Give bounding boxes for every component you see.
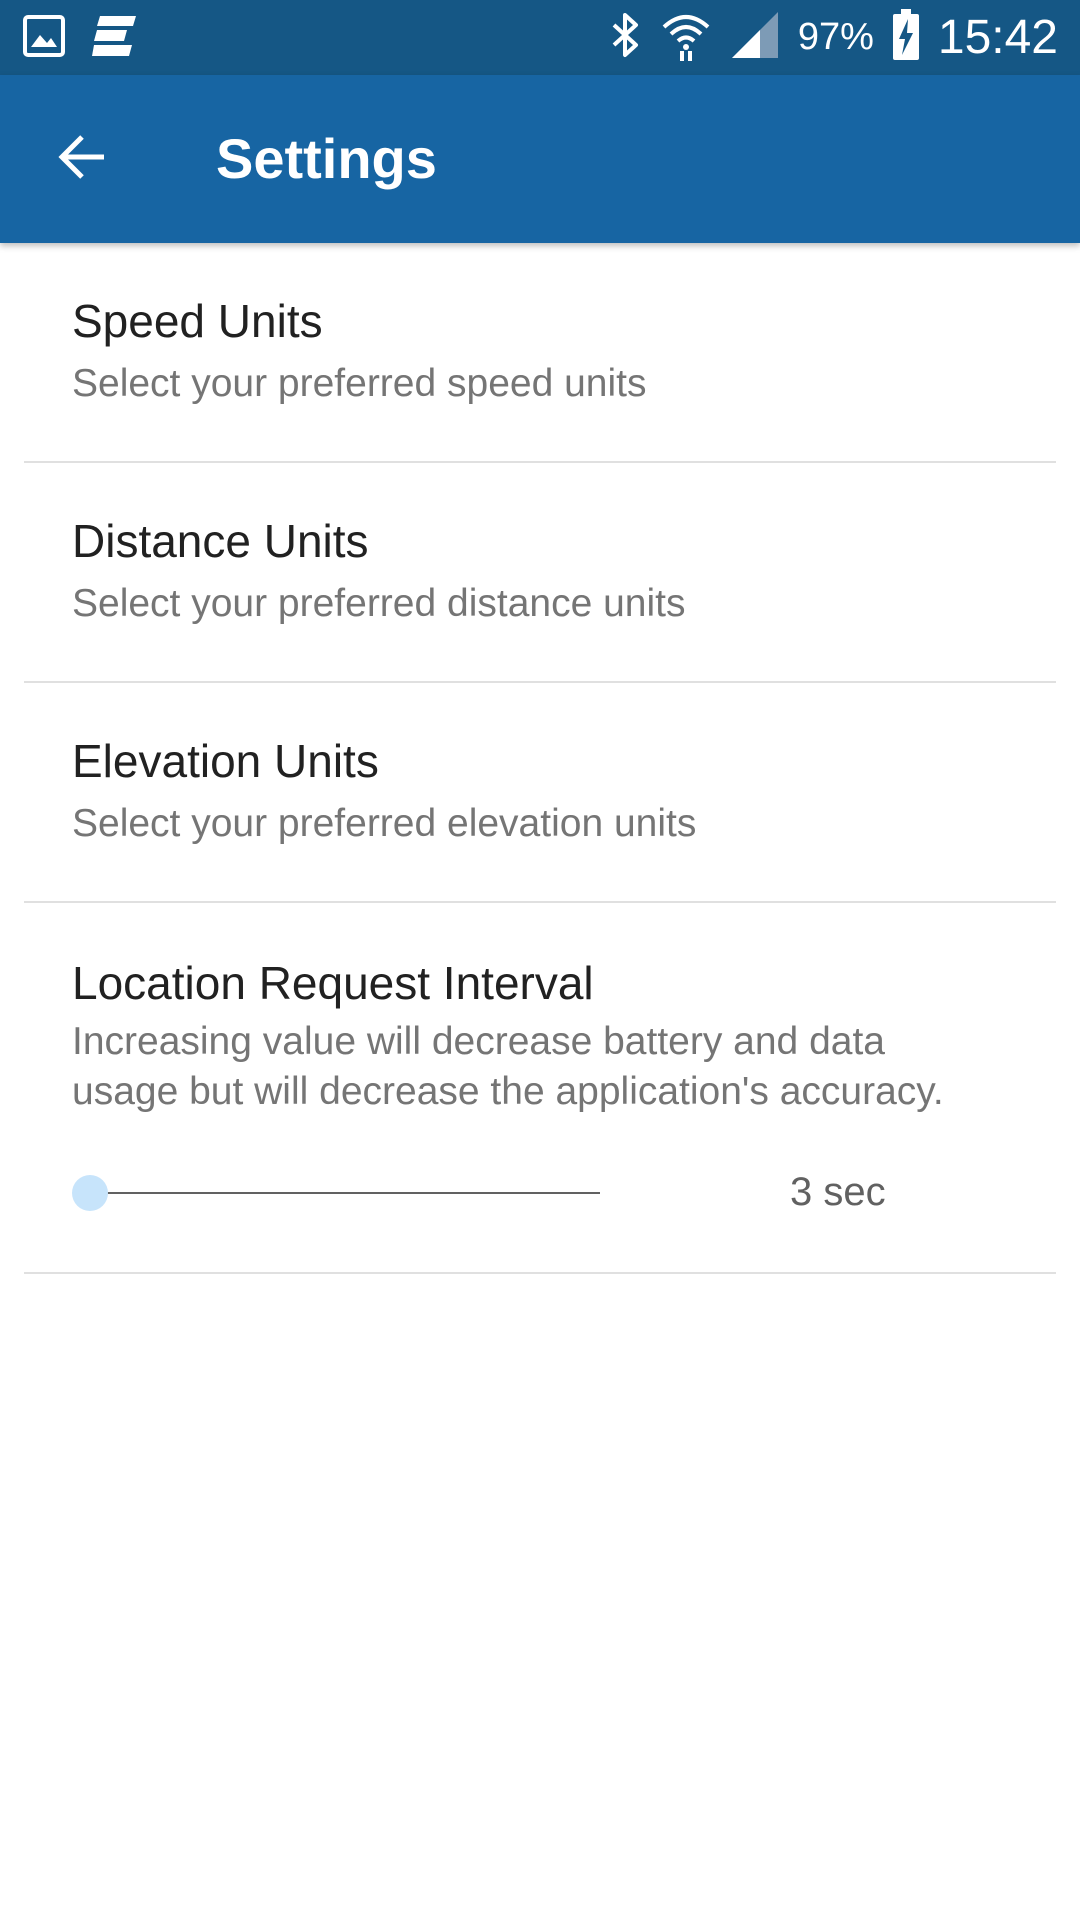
slider-track: [86, 1192, 600, 1194]
pref-title: Speed Units: [72, 295, 323, 347]
notification-icons: [22, 14, 138, 63]
battery-percent: 97%: [797, 16, 874, 58]
pref-location-request-interval: Location Request Interval Increasing val…: [24, 903, 1056, 1274]
app-notification-icon: [92, 14, 138, 63]
summary-line-1: Increasing value will decrease battery a…: [72, 1020, 885, 1063]
pref-title: Location Request Interval: [72, 957, 594, 1009]
interval-slider[interactable]: [72, 1173, 600, 1213]
battery-charging-icon: [892, 9, 920, 66]
pref-elevation-units[interactable]: Elevation Units Select your preferred el…: [24, 683, 1056, 903]
pref-summary: Select your preferred elevation units: [72, 802, 697, 845]
bluetooth-icon: [608, 11, 642, 64]
status-bar: 97% 15:42: [0, 0, 1080, 75]
pref-summary: Select your preferred distance units: [72, 582, 686, 625]
settings-list: Speed Units Select your preferred speed …: [0, 243, 1080, 1274]
pref-speed-units[interactable]: Speed Units Select your preferred speed …: [24, 243, 1056, 463]
slider-thumb[interactable]: [72, 1175, 108, 1211]
wifi-icon: [660, 9, 712, 66]
gallery-icon: [22, 14, 66, 63]
pref-title: Elevation Units: [72, 735, 379, 787]
interval-value: 3 sec: [790, 1170, 886, 1214]
pref-summary: Select your preferred speed units: [72, 362, 647, 405]
signal-icon: [730, 10, 780, 65]
summary-line-2: usage but will decrease the application'…: [72, 1070, 944, 1113]
arrow-back-icon: [58, 132, 108, 187]
pref-distance-units[interactable]: Distance Units Select your preferred dis…: [24, 463, 1056, 683]
clock: 15:42: [937, 11, 1058, 64]
pref-summary: Increasing value will decrease battery a…: [72, 1017, 1032, 1117]
pref-title: Distance Units: [72, 515, 369, 567]
system-icons: 97% 15:42: [608, 0, 1058, 75]
back-button[interactable]: [38, 117, 128, 201]
app-bar: Settings: [0, 75, 1080, 243]
page-title: Settings: [216, 127, 437, 190]
